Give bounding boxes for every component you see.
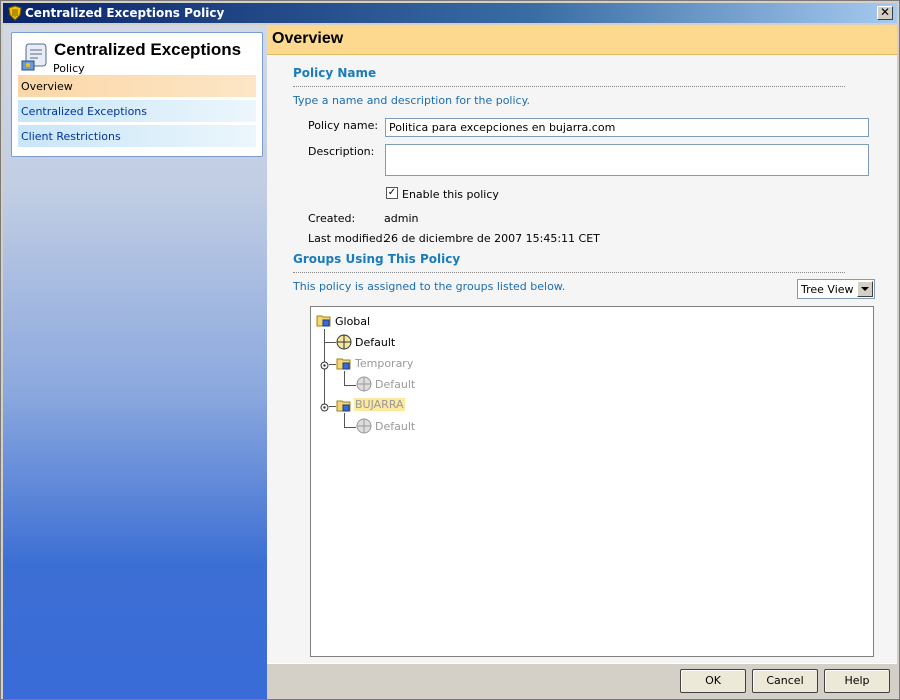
tree-connector — [344, 385, 356, 386]
tree-node-bujarra[interactable]: BUJARRA — [354, 398, 405, 411]
tree-expand-icon[interactable] — [320, 360, 329, 370]
dropdown-arrow-icon[interactable] — [857, 281, 873, 297]
sidebar-subtitle: Policy — [53, 62, 85, 75]
last-modified-value: 26 de diciembre de 2007 15:45:11 CET — [384, 232, 600, 245]
page-title: Overview — [267, 25, 897, 55]
tree-expand-icon[interactable] — [320, 402, 329, 412]
policy-name-label: Policy name: — [308, 119, 379, 132]
tree-node-default[interactable]: Default — [375, 378, 415, 391]
created-label: Created: — [308, 212, 356, 225]
policy-name-field[interactable]: Politica para excepciones en bujarra.com — [385, 118, 869, 137]
close-button[interactable]: ✕ — [877, 6, 893, 20]
group-folder-icon — [316, 312, 332, 328]
scroll-policy-icon — [20, 41, 50, 73]
group-folder-icon — [336, 355, 352, 371]
tree-node-default[interactable]: Default — [375, 420, 415, 433]
close-icon[interactable]: ✕ — [880, 5, 890, 19]
last-modified-label: Last modified: — [308, 232, 387, 245]
ok-button[interactable]: OK — [680, 669, 746, 693]
section-divider — [293, 86, 845, 87]
button-bar: OK Cancel Help — [267, 663, 897, 699]
groups-tree[interactable]: Global Default Temporary Default BUJARRA… — [310, 306, 874, 657]
tree-node-global[interactable]: Global — [335, 315, 370, 328]
tree-connector — [344, 413, 345, 427]
sidebar-title: Centralized Exceptions — [54, 40, 242, 59]
main-panel: Overview Policy Name Type a name and des… — [267, 25, 897, 663]
tree-node-default[interactable]: Default — [355, 336, 395, 349]
created-value: admin — [384, 212, 419, 225]
tree-connector — [344, 371, 345, 385]
groups-help-text: This policy is assigned to the groups li… — [293, 280, 566, 293]
computer-group-icon — [336, 334, 352, 350]
description-label: Description: — [308, 145, 375, 158]
tree-node-temporary[interactable]: Temporary — [355, 357, 413, 370]
tree-connector — [329, 364, 336, 365]
tree-connector — [324, 342, 336, 343]
policy-name-help-text: Type a name and description for the poli… — [293, 94, 531, 107]
help-button[interactable]: Help — [824, 669, 890, 693]
view-mode-select[interactable]: Tree View — [797, 279, 875, 299]
computer-group-icon — [356, 376, 372, 392]
sidebar-card: Centralized Exceptions Policy Overview C… — [11, 32, 263, 157]
computer-group-icon — [356, 418, 372, 434]
shield-icon — [7, 5, 23, 21]
sidebar-item-overview[interactable]: Overview — [18, 75, 256, 97]
tree-connector — [344, 427, 356, 428]
enable-policy-checkbox[interactable]: ✓ — [386, 187, 398, 199]
sidebar-item-label[interactable]: Overview — [21, 80, 73, 93]
sidebar-item-centralized-exceptions[interactable]: Centralized Exceptions — [18, 100, 256, 122]
sidebar: Centralized Exceptions Policy Overview C… — [3, 25, 267, 699]
section-divider — [293, 272, 845, 273]
policy-name-section-title: Policy Name — [293, 66, 377, 80]
description-field[interactable] — [385, 144, 869, 176]
title-bar[interactable]: Centralized Exceptions Policy ✕ — [3, 3, 897, 23]
sidebar-item-label[interactable]: Client Restrictions — [21, 130, 121, 143]
view-mode-value[interactable]: Tree View — [801, 283, 854, 296]
window-title: Centralized Exceptions Policy — [25, 6, 225, 20]
tree-connector — [329, 406, 336, 407]
dialog-window: Centralized Exceptions Policy ✕ Centrali… — [0, 0, 900, 700]
groups-section-title: Groups Using This Policy — [293, 252, 461, 266]
sidebar-item-label[interactable]: Centralized Exceptions — [21, 105, 147, 118]
cancel-button[interactable]: Cancel — [752, 669, 818, 693]
sidebar-item-client-restrictions[interactable]: Client Restrictions — [18, 125, 256, 147]
enable-policy-label[interactable]: Enable this policy — [402, 188, 499, 201]
group-folder-icon — [336, 397, 352, 413]
